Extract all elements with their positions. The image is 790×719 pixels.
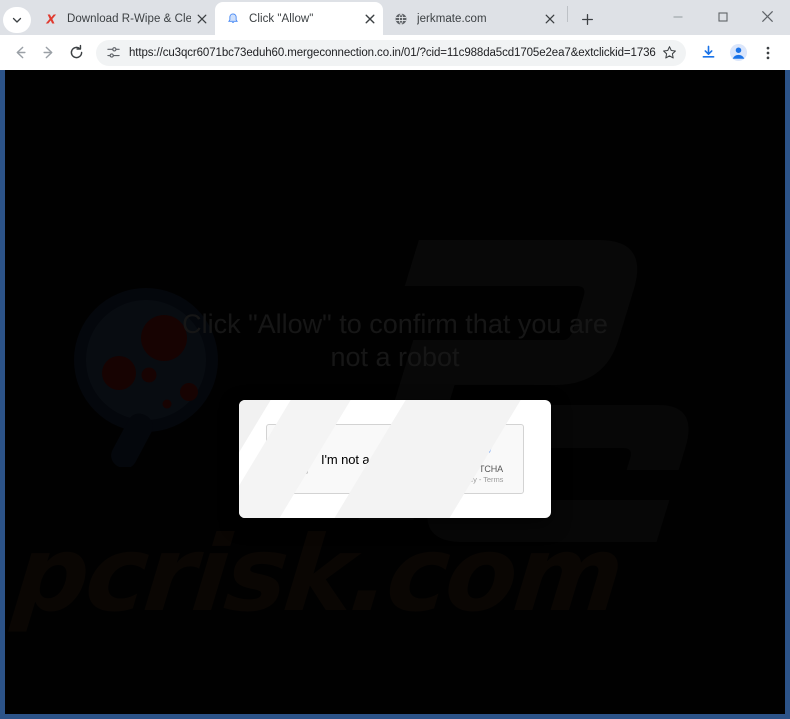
tab-title: Download R-Wipe & Clean 20.0 xyxy=(67,12,191,25)
address-bar[interactable]: https://cu3qcr6071bc73eduh60.mergeconnec… xyxy=(96,39,686,66)
tab-close-button[interactable] xyxy=(541,10,559,28)
modal-dim-overlay xyxy=(5,70,785,714)
reload-button[interactable] xyxy=(62,39,90,67)
back-button[interactable] xyxy=(6,39,34,67)
maximize-button[interactable] xyxy=(700,0,745,33)
tab-close-button[interactable] xyxy=(193,10,211,28)
arrow-right-icon xyxy=(42,46,52,59)
new-tab-button[interactable] xyxy=(574,6,600,32)
minimize-button[interactable] xyxy=(655,0,700,33)
downloads-button[interactable] xyxy=(694,39,722,67)
globe-icon xyxy=(393,11,409,27)
magnifying-glass-scan-icon xyxy=(63,282,238,469)
svg-text:X: X xyxy=(45,12,56,26)
recaptcha-branding: reCAPTCHA Privacy - Terms xyxy=(446,435,512,484)
window-controls xyxy=(655,0,790,33)
tab-title: jerkmate.com xyxy=(417,12,487,25)
scam-page: pcrisk.com Click "Allow" to confirm that… xyxy=(5,70,785,714)
recaptcha-brand-name: reCAPTCHA xyxy=(452,463,504,474)
recaptcha-privacy-terms[interactable]: Privacy - Terms xyxy=(446,475,510,484)
arrow-left-icon xyxy=(16,46,26,59)
tab-separator xyxy=(567,5,568,22)
browser-toolbar: https://cu3qcr6071bc73eduh60.mergeconnec… xyxy=(0,35,790,70)
star-icon[interactable] xyxy=(658,42,680,64)
recaptcha-checkbox[interactable] xyxy=(278,444,308,474)
browser-menu-button[interactable] xyxy=(754,39,782,67)
browser-window: X Download R-Wipe & Clean 20.0 Click "Al… xyxy=(0,0,790,719)
download-icon xyxy=(702,45,714,58)
page-heading: Click "Allow" to confirm that you are no… xyxy=(182,309,608,372)
recaptcha-widget[interactable]: I'm not a robot reCAPTCHA Privacy - Term… xyxy=(266,424,524,494)
r-wipe-x-icon: X xyxy=(43,11,59,27)
profile-button[interactable] xyxy=(724,39,752,67)
bell-notification-icon xyxy=(225,11,241,27)
recaptcha-logo-icon xyxy=(446,435,510,463)
chevron-down-icon xyxy=(11,14,23,26)
page-viewport: pcrisk.com Click "Allow" to confirm that… xyxy=(0,70,790,719)
tune-icon[interactable] xyxy=(105,45,121,61)
tab-download-r-wipe[interactable]: X Download R-Wipe & Clean 20.0 xyxy=(33,2,215,35)
tab-title: Click "Allow" xyxy=(249,12,314,25)
tab-click-allow[interactable]: Click "Allow" xyxy=(215,2,383,35)
account-avatar-icon xyxy=(729,43,747,62)
reload-icon xyxy=(70,44,82,59)
address-bar-url: https://cu3qcr6071bc73eduh60.mergeconnec… xyxy=(129,46,656,59)
pcrisk-watermark: pcrisk.com xyxy=(8,513,627,635)
tab-search-button[interactable] xyxy=(3,7,31,33)
tab-strip: X Download R-Wipe & Clean 20.0 Click "Al… xyxy=(0,0,790,35)
tab-jerkmate[interactable]: jerkmate.com xyxy=(383,2,563,35)
recaptcha-modal: I'm not a robot reCAPTCHA Privacy - Term… xyxy=(239,400,551,518)
forward-button[interactable] xyxy=(34,39,62,67)
recaptcha-label: I'm not a robot xyxy=(321,451,403,467)
close-window-button[interactable] xyxy=(745,0,790,33)
tab-close-button[interactable] xyxy=(361,10,379,28)
three-dot-menu-icon xyxy=(766,46,770,59)
